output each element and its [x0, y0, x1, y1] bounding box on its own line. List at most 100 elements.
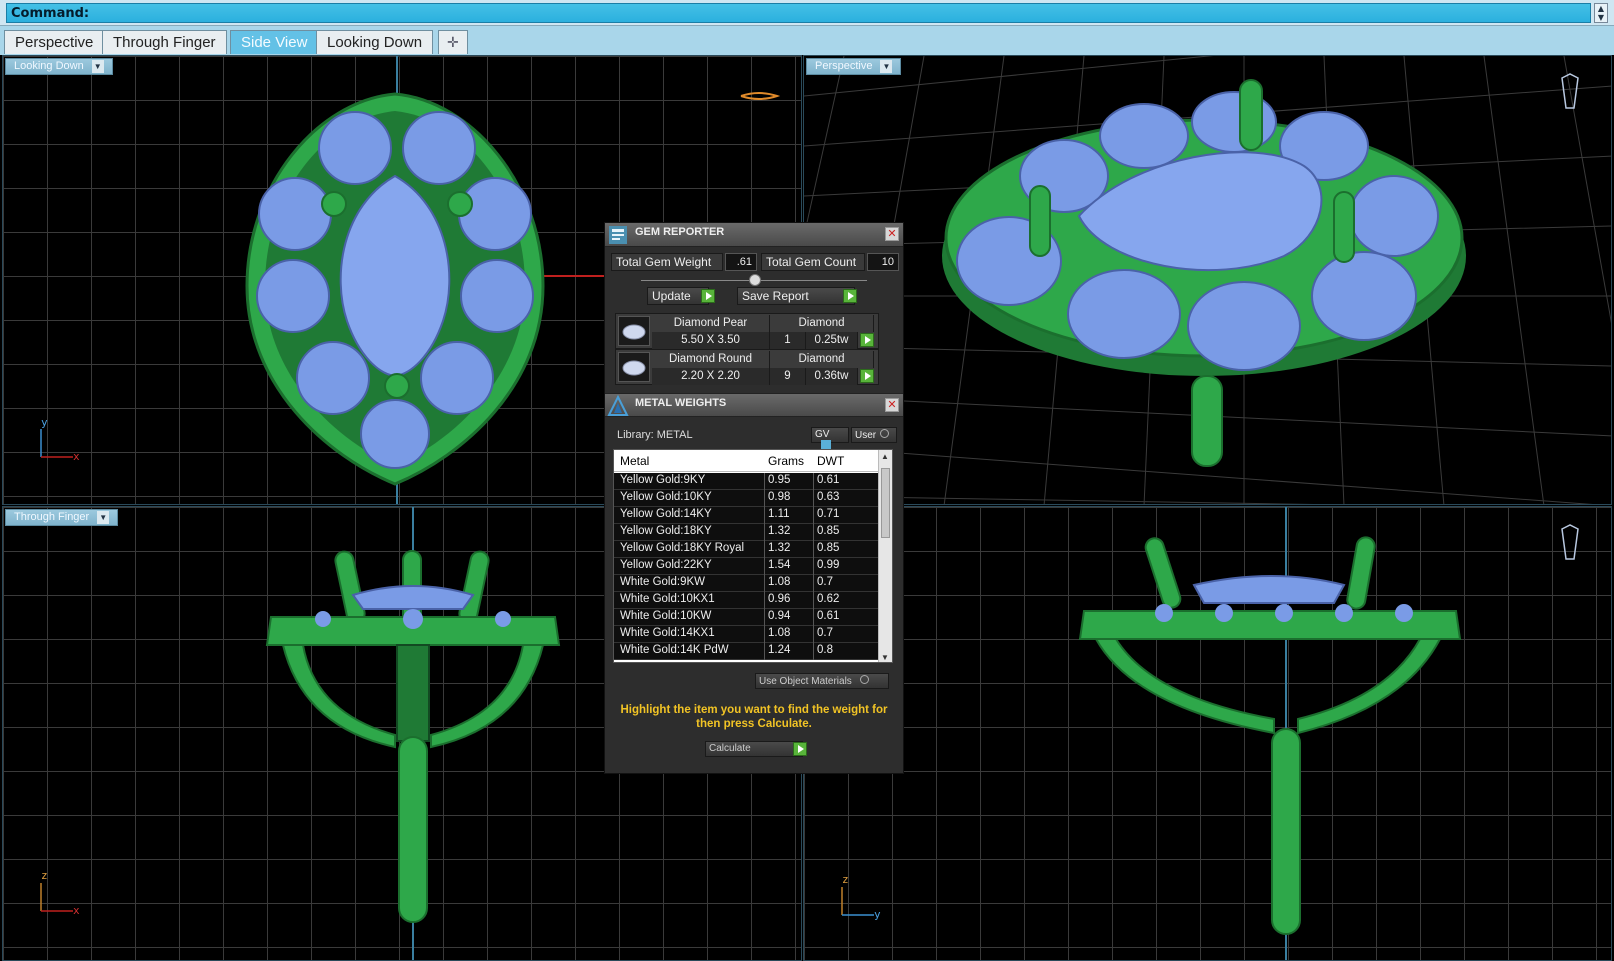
radio-icon [880, 429, 890, 438]
table-row[interactable]: White Gold:14K PdW 1.24 0.8 [614, 643, 880, 660]
viewport-menu-through-finger[interactable]: Through Finger ▼ [5, 509, 119, 526]
calculate-button[interactable]: Calculate [705, 741, 803, 757]
scroll-thumb[interactable] [881, 468, 890, 538]
viewport-perspective[interactable]: Perspective ▼ [803, 55, 1612, 505]
column-divider [813, 507, 814, 524]
viewport-label: Perspective [815, 60, 873, 72]
tab-through-finger[interactable]: Through Finger [102, 30, 227, 54]
column-divider [764, 592, 765, 609]
slider-handle[interactable] [749, 274, 761, 286]
table-row[interactable]: Yellow Gold:22KY 1.54 0.99 [614, 558, 880, 575]
calculate-label: Calculate [709, 743, 751, 754]
metal-grams: 1.32 [768, 525, 791, 537]
gem-row[interactable]: Diamond Round Diamond 2.20 X 2.20 9 0.36… [615, 349, 879, 385]
tab-perspective[interactable]: Perspective [4, 30, 105, 54]
metal-dwt: 0.8 [817, 644, 833, 656]
tab-side-view[interactable]: Side View [230, 30, 319, 54]
gem-go-icon[interactable] [860, 369, 874, 383]
axis-label-x: x [73, 450, 80, 463]
column-divider [813, 558, 814, 575]
metal-dwt: 0.62 [817, 593, 840, 605]
viewport-side-view[interactable]: z y [803, 506, 1612, 961]
gv-label: GV [815, 429, 830, 440]
user-toggle[interactable]: User [851, 427, 897, 443]
column-divider [764, 609, 765, 626]
column-divider [764, 507, 765, 524]
metal-grams: 1.11 [768, 508, 790, 520]
gem-size: 5.50 X 3.50 [652, 332, 770, 349]
close-icon[interactable]: ✕ [885, 227, 899, 241]
column-divider [813, 490, 814, 507]
table-row[interactable]: Yellow Gold:18KY Royal 1.32 0.85 [614, 541, 880, 558]
scroll-up-icon[interactable]: ▲ [881, 452, 889, 461]
axis-label-x: x [73, 904, 80, 917]
column-divider [813, 643, 814, 660]
gem-go-icon[interactable] [860, 333, 874, 347]
table-row[interactable]: White Gold:9KW 1.08 0.7 [614, 575, 880, 592]
metal-name: Yellow Gold:18KY Royal [620, 542, 745, 554]
column-divider [813, 473, 814, 490]
gem-reporter-dialog: GEM REPORTER ✕ Total Gem Weight .61 Tota… [604, 222, 904, 774]
radio-icon [859, 675, 869, 684]
column-divider [764, 473, 765, 490]
table-scrollbar[interactable]: ▲ ▼ [878, 450, 892, 662]
gem-reporter-titlebar[interactable]: GEM REPORTER ✕ [605, 223, 903, 247]
ring-side-view [841, 507, 1579, 960]
save-report-label: Save Report [742, 289, 809, 303]
table-row[interactable]: White Gold:10KX1 0.96 0.62 [614, 592, 880, 609]
table-row[interactable]: Yellow Gold:9KY 0.95 0.61 [614, 473, 880, 490]
use-object-materials-toggle[interactable]: Use Object Materials [755, 673, 889, 689]
column-header-grams: Grams [768, 454, 804, 468]
column-divider [764, 575, 765, 592]
tab-looking-down[interactable]: Looking Down [316, 30, 434, 54]
metal-dwt: 0.7 [817, 576, 833, 588]
table-row[interactable]: White Gold:10KW 0.94 0.61 [614, 609, 880, 626]
table-row[interactable]: White Gold:14KX1 1.08 0.7 [614, 626, 880, 643]
gem-row[interactable]: Diamond Pear Diamond 5.50 X 3.50 1 0.25t… [615, 313, 879, 349]
metal-name: White Gold:14K PdW [620, 644, 729, 656]
command-scroll-arrows[interactable]: ▲ ▼ [1594, 3, 1608, 23]
gem-shape: Diamond Pear [652, 315, 770, 332]
metal-dwt: 0.71 [817, 508, 840, 520]
viewport-menu-perspective[interactable]: Perspective ▼ [806, 58, 902, 75]
gem-weight: 0.25tw [806, 332, 858, 349]
metal-name: Yellow Gold:22KY [620, 559, 712, 571]
close-icon[interactable]: ✕ [885, 398, 899, 412]
axis-label-y: y [874, 908, 881, 921]
column-divider [764, 524, 765, 541]
gv-toggle[interactable]: GV [811, 427, 849, 452]
calculate-go-icon[interactable] [793, 742, 807, 756]
metal-weights-titlebar[interactable]: METAL WEIGHTS ✕ [605, 393, 903, 417]
metal-name: White Gold:14KX1 [620, 627, 715, 639]
chevron-down-icon: ▼ [91, 60, 104, 73]
library-label: Library: METAL [617, 429, 693, 441]
metal-name: Yellow Gold:10KY [620, 491, 712, 503]
column-divider [764, 626, 765, 643]
scroll-down-icon[interactable]: ▼ [881, 653, 889, 662]
save-report-button[interactable]: Save Report [737, 287, 855, 305]
table-row[interactable]: Yellow Gold:14KY 1.11 0.71 [614, 507, 880, 524]
column-divider [813, 575, 814, 592]
metal-dwt: 0.61 [817, 610, 840, 622]
user-label: User [855, 430, 877, 441]
update-button[interactable]: Update [647, 287, 709, 305]
table-row[interactable]: Yellow Gold:10KY 0.98 0.63 [614, 490, 880, 507]
gem-material: Diamond [770, 351, 874, 368]
metal-weights-title: METAL WEIGHTS [635, 397, 727, 409]
metal-dwt: 0.61 [817, 474, 840, 486]
viewport-label: Looking Down [14, 60, 84, 72]
plus-icon: ✛ [447, 34, 459, 50]
add-tab-button[interactable]: ✛ [438, 30, 468, 54]
metal-name: White Gold:10KX1 [620, 593, 715, 605]
viewport-menu-looking-down[interactable]: Looking Down ▼ [5, 58, 113, 75]
update-go-icon[interactable] [701, 289, 715, 303]
save-report-go-icon[interactable] [843, 289, 857, 303]
metal-dwt: 0.85 [817, 542, 840, 554]
table-row[interactable]: Yellow Gold:18KY 1.32 0.85 [614, 524, 880, 541]
column-divider [813, 626, 814, 643]
column-divider [813, 609, 814, 626]
command-field[interactable]: Command: [6, 3, 1591, 23]
metal-grams: 1.08 [768, 576, 791, 588]
metal-grams: 1.54 [768, 559, 791, 571]
metal-grams: 0.96 [768, 593, 791, 605]
